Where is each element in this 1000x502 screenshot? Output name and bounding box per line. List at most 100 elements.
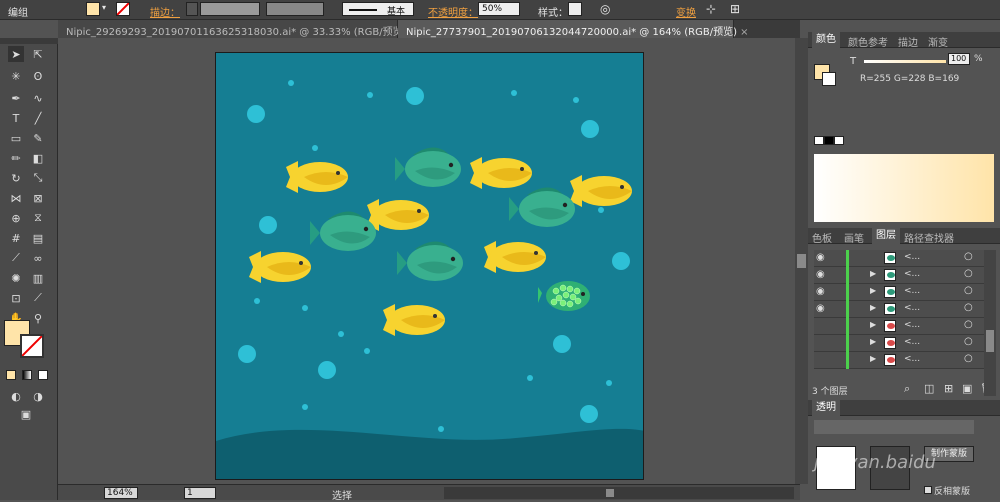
tab-document-1[interactable]: Nipic_29269293_20190701163625318030.ai* … bbox=[58, 20, 418, 38]
yellow-fish[interactable] bbox=[286, 161, 348, 193]
transparency-title[interactable]: 透明 bbox=[812, 400, 840, 416]
draw-inside-icon[interactable]: ◑ bbox=[30, 388, 46, 404]
rotate-icon[interactable]: ↻ bbox=[8, 170, 24, 186]
recolor-icon[interactable]: ◎ bbox=[600, 2, 610, 16]
expand-arrow-icon[interactable]: ▶ bbox=[870, 286, 876, 295]
tint-input[interactable]: 100 bbox=[948, 53, 970, 65]
tint-slider[interactable] bbox=[864, 60, 946, 63]
width-icon[interactable]: ⋈ bbox=[8, 190, 24, 206]
green-fish[interactable] bbox=[397, 241, 463, 281]
vertical-scrollbar[interactable] bbox=[795, 38, 808, 484]
align-icon[interactable]: ⊹ bbox=[706, 2, 716, 16]
tab-document-2[interactable]: Nipic_27737901_20190706132044720000.ai* … bbox=[398, 20, 749, 38]
yellow-fish[interactable] bbox=[249, 251, 311, 283]
scroll-thumb[interactable] bbox=[986, 330, 994, 352]
target-icon[interactable]: ○ bbox=[964, 302, 973, 313]
target-icon[interactable]: ○ bbox=[964, 285, 973, 296]
stroke-weight-stepper[interactable] bbox=[186, 2, 198, 16]
stroke-swatch[interactable] bbox=[116, 2, 130, 16]
tab-color[interactable]: 颜色 bbox=[812, 32, 840, 48]
yellow-fish[interactable] bbox=[383, 304, 445, 336]
magic-wand-icon[interactable]: ✳ bbox=[8, 68, 24, 84]
target-icon[interactable]: ○ bbox=[964, 353, 973, 364]
target-icon[interactable]: ○ bbox=[964, 251, 973, 262]
rectangle-icon[interactable]: ▭ bbox=[8, 130, 24, 146]
none-swatch[interactable] bbox=[814, 136, 824, 145]
scroll-thumb[interactable] bbox=[606, 489, 614, 497]
yellow-fish[interactable] bbox=[484, 241, 546, 273]
eye-icon[interactable]: ◉ bbox=[816, 286, 825, 297]
stroke-weight-input[interactable] bbox=[200, 2, 260, 16]
green-fish[interactable] bbox=[395, 147, 461, 187]
panel-stroke-swatch[interactable] bbox=[822, 72, 836, 86]
free-transform-icon[interactable]: ⊠ bbox=[30, 190, 46, 206]
eye-icon[interactable]: ◉ bbox=[816, 269, 825, 280]
new-sublayer-icon[interactable]: ⊞ bbox=[944, 382, 953, 395]
gradient-icon[interactable]: ▤ bbox=[30, 230, 46, 246]
opacity-label[interactable]: 不透明度： bbox=[428, 4, 478, 19]
eye-icon[interactable]: ◉ bbox=[816, 303, 825, 314]
shape-builder-icon[interactable]: ⊕ bbox=[8, 210, 24, 226]
tab-stroke[interactable]: 描边 bbox=[898, 34, 918, 49]
opacity-input[interactable]: 50% bbox=[478, 2, 520, 16]
artboard[interactable] bbox=[215, 52, 644, 480]
pencil-icon[interactable]: ✏ bbox=[8, 150, 24, 166]
close-icon[interactable]: × bbox=[740, 27, 748, 38]
clipping-mask-icon[interactable]: ◫ bbox=[924, 382, 934, 395]
new-layer-icon[interactable]: ▣ bbox=[962, 382, 972, 395]
scroll-thumb[interactable] bbox=[797, 254, 806, 268]
layer-row[interactable]: ▶ <... ○ bbox=[814, 335, 994, 352]
tab-pathfinder[interactable]: 路径查找器 bbox=[904, 230, 954, 245]
blend-icon[interactable]: ∞ bbox=[30, 250, 46, 266]
yellow-fish[interactable] bbox=[470, 157, 532, 189]
eyedropper-icon[interactable]: ⟋ bbox=[8, 250, 24, 266]
tab-swatches[interactable]: 色板 bbox=[812, 230, 832, 245]
layer-row[interactable]: ▶ <... ○ bbox=[814, 352, 994, 369]
yellow-fish[interactable] bbox=[367, 199, 429, 231]
green-fish[interactable] bbox=[310, 211, 376, 251]
stroke-label[interactable]: 描边： bbox=[150, 4, 180, 19]
yellow-fish[interactable] bbox=[570, 175, 632, 207]
blend-mode-select[interactable] bbox=[814, 420, 974, 434]
black-swatch[interactable] bbox=[824, 136, 834, 145]
target-icon[interactable]: ○ bbox=[964, 268, 973, 279]
lasso-icon[interactable]: ʘ bbox=[30, 68, 46, 84]
color-mode-icon[interactable] bbox=[6, 370, 16, 380]
expand-arrow-icon[interactable]: ▶ bbox=[870, 320, 876, 329]
layer-row[interactable]: ▶ <... ○ bbox=[814, 318, 994, 335]
layer-row[interactable]: ◉ <... ○ bbox=[814, 250, 994, 267]
target-icon[interactable]: ○ bbox=[964, 319, 973, 330]
pen-icon[interactable]: ✒ bbox=[8, 90, 24, 106]
layer-row[interactable]: ◉ ▶ <... ○ bbox=[814, 267, 994, 284]
selected-fish[interactable] bbox=[538, 281, 590, 311]
white-swatch[interactable] bbox=[834, 136, 844, 145]
graphic-style-swatch[interactable] bbox=[568, 2, 582, 16]
arrange-icon[interactable]: ⊞ bbox=[730, 2, 740, 16]
stroke-color-swatch[interactable] bbox=[20, 334, 44, 358]
color-spectrum[interactable] bbox=[814, 154, 994, 222]
brush-definition[interactable]: 基本 bbox=[342, 2, 414, 17]
zoom-icon[interactable]: ⚲ bbox=[30, 310, 46, 326]
eye-icon[interactable]: ◉ bbox=[816, 252, 825, 263]
green-fish[interactable] bbox=[509, 187, 575, 227]
artboard-number-input[interactable]: 1 bbox=[184, 487, 216, 499]
tab-brushes[interactable]: 画笔 bbox=[844, 230, 864, 245]
mesh-icon[interactable]: # bbox=[8, 230, 24, 246]
gradient-mode-icon[interactable] bbox=[22, 370, 32, 380]
paintbrush-icon[interactable]: ✎ bbox=[30, 130, 46, 146]
fill-swatch[interactable] bbox=[86, 2, 100, 16]
artboard-icon[interactable]: ⊡ bbox=[8, 290, 24, 306]
invert-mask-checkbox[interactable] bbox=[924, 486, 932, 494]
variable-width-profile[interactable] bbox=[266, 2, 324, 16]
tab-gradient[interactable]: 渐变 bbox=[928, 34, 948, 49]
slice-icon[interactable]: ⟋ bbox=[30, 290, 46, 306]
scale-icon[interactable]: ⤡ bbox=[30, 170, 46, 186]
eraser-icon[interactable]: ◧ bbox=[30, 150, 46, 166]
transform-link[interactable]: 变换 bbox=[676, 4, 696, 19]
line-icon[interactable]: ╱ bbox=[30, 110, 46, 126]
symbol-sprayer-icon[interactable]: ✺ bbox=[8, 270, 24, 286]
tab-layers[interactable]: 图层 bbox=[872, 228, 900, 244]
type-icon[interactable]: T bbox=[8, 110, 24, 126]
screen-mode-icon[interactable]: ▣ bbox=[18, 406, 34, 422]
curvature-icon[interactable]: ∿ bbox=[30, 90, 46, 106]
